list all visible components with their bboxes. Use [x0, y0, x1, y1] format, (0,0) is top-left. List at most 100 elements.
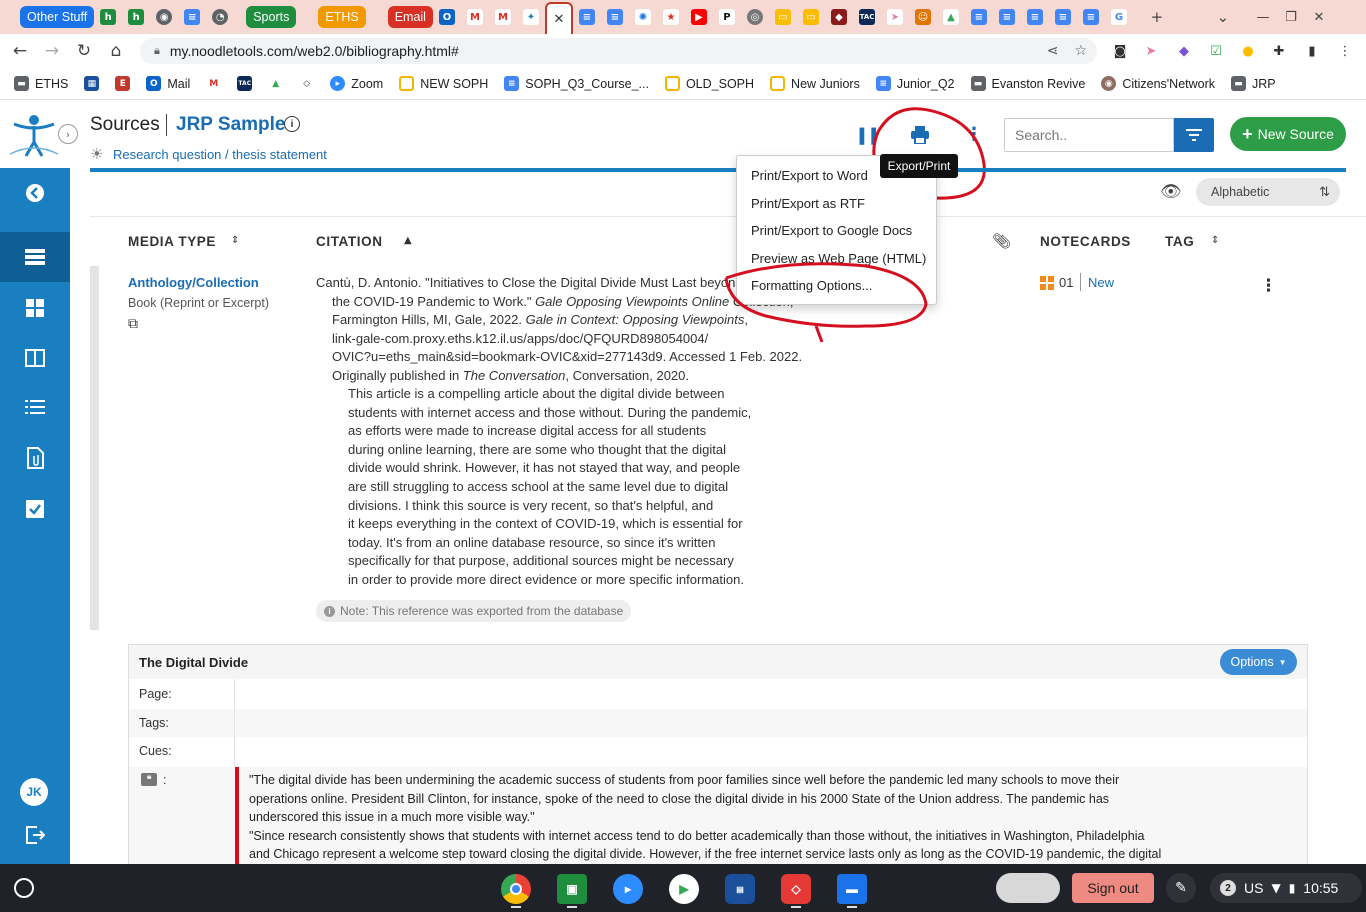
menu-item-export-google-docs[interactable]: Print/Export to Google Docs [751, 223, 912, 238]
play-store-icon[interactable]: ▶ [669, 874, 699, 904]
minimize-icon[interactable]: — [1249, 2, 1277, 32]
sidepanel-icon[interactable]: ▮ [1303, 42, 1321, 60]
tab-active[interactable]: ✕ [544, 2, 573, 34]
address-bar[interactable]: 🔒︎ my.noodletools.com/web2.0/bibliograph… [140, 38, 1097, 64]
epson-icon[interactable]: ▤ [725, 874, 755, 904]
tab-group-other-stuff[interactable]: Other Stuff [20, 6, 95, 28]
bookmark-junior-q2[interactable]: ≡ Junior_Q2 [875, 76, 955, 91]
tab[interactable]: P [713, 2, 741, 32]
notecard-title[interactable]: The Digital Divide [139, 655, 248, 670]
sign-out-icon[interactable] [0, 810, 70, 860]
zoom-icon[interactable]: ▸ [613, 874, 643, 904]
tab[interactable]: ☺ [909, 2, 937, 32]
sidebar-item-sources[interactable] [0, 232, 70, 282]
tab[interactable]: ▭ [797, 2, 825, 32]
tab[interactable]: ◆ [825, 2, 853, 32]
tab[interactable]: ≡ [1021, 2, 1049, 32]
bookmark-calendar[interactable]: ▦ [84, 76, 100, 91]
bookmark-e[interactable]: E [115, 76, 131, 91]
eye-icon[interactable]: 👁︎ [1160, 182, 1182, 202]
forward-icon[interactable]: → [36, 36, 68, 66]
bookmark-shield[interactable]: ◇ [299, 76, 315, 91]
sidebar-back[interactable] [0, 168, 70, 218]
bookmark-soph-q3[interactable]: ≡ SOPH_Q3_Course_... [504, 76, 649, 91]
puzzle-icon[interactable]: ✚ [1270, 42, 1288, 60]
sort-asc-icon[interactable]: ▲ [404, 235, 412, 246]
tab[interactable]: ★ [657, 2, 685, 32]
new-notecard-link[interactable]: New [1088, 275, 1114, 290]
tab[interactable]: h [94, 2, 122, 32]
tab[interactable]: O [433, 2, 461, 32]
sidebar-item-checklist[interactable] [0, 484, 70, 534]
highlighter-icon[interactable]: ● [1239, 42, 1257, 60]
bookmark-old-soph[interactable]: OLD_SOPH [664, 76, 754, 91]
restore-icon[interactable]: ❐ [1277, 2, 1305, 32]
tab[interactable]: h [122, 2, 150, 32]
user-avatar[interactable]: JK [20, 778, 48, 806]
camera-icon[interactable]: ◙ [1111, 42, 1129, 60]
tab[interactable]: ➤ [881, 2, 909, 32]
tab[interactable]: M [461, 2, 489, 32]
share-icon[interactable]: ⋖ [1047, 43, 1059, 59]
tab[interactable]: ◉ [150, 2, 178, 32]
tab[interactable]: G [1105, 2, 1133, 32]
home-icon[interactable]: ⌂ [100, 36, 132, 66]
files-icon[interactable]: ▬ [837, 874, 867, 904]
tab[interactable]: ≡ [178, 2, 206, 32]
research-question-link[interactable]: Research question / thesis statement [113, 147, 327, 162]
sort-icon[interactable]: ⇕ [1211, 235, 1219, 246]
sign-out-button[interactable]: Sign out [1072, 873, 1154, 903]
tab[interactable]: ▶ [685, 2, 713, 32]
tab-group-eths[interactable]: ETHS [318, 6, 366, 28]
tab[interactable]: ▭ [769, 2, 797, 32]
sidebar-item-paper[interactable] [0, 433, 70, 483]
header-media-type[interactable]: MEDIA TYPE [128, 234, 216, 249]
menu-item-export-rtf[interactable]: Print/Export as RTF [751, 196, 865, 211]
media-type-link[interactable]: Anthology/Collection [128, 275, 259, 290]
tab[interactable]: TAC [853, 2, 881, 32]
bookmark-mail[interactable]: O Mail [146, 76, 190, 91]
menu-icon[interactable]: ⋮ [1336, 42, 1354, 60]
header-tag[interactable]: TAG [1165, 234, 1194, 249]
row-menu-icon[interactable]: ⋮ [1260, 276, 1277, 296]
sidebar-item-notecards[interactable] [0, 333, 70, 383]
tab[interactable]: M [489, 2, 517, 32]
launcher-icon[interactable] [14, 878, 34, 898]
close-window-icon[interactable]: ✕ [1305, 2, 1333, 32]
bookmark-drive[interactable]: ▲ [268, 76, 284, 91]
tab[interactable]: ≡ [1077, 2, 1105, 32]
info-icon[interactable]: i [284, 116, 300, 132]
rw-extension-icon[interactable]: ◆ [1175, 42, 1193, 60]
bookmark-star-icon[interactable]: ☆ [1074, 43, 1087, 59]
tab[interactable]: ≡ [601, 2, 629, 32]
tab[interactable]: ≡ [965, 2, 993, 32]
tab[interactable]: ≡ [993, 2, 1021, 32]
header-notecards[interactable]: NOTECARDS [1040, 234, 1131, 249]
bookmark-evanston-revive[interactable]: ▬ Evanston Revive [970, 76, 1085, 91]
filter-button[interactable] [1174, 118, 1214, 152]
bookmark-tac[interactable]: TAC [237, 76, 253, 91]
external-link-icon[interactable]: ⧉ [128, 316, 138, 332]
menu-item-export-word[interactable]: Print/Export to Word [751, 168, 868, 183]
sidebar-item-outline[interactable] [0, 382, 70, 432]
tab-group-sports[interactable]: Sports [246, 6, 297, 28]
sort-icon[interactable]: ⇕ [231, 235, 239, 246]
sidebar-item-dashboard[interactable] [0, 283, 70, 333]
tab-group-email[interactable]: Email [387, 6, 433, 28]
bookmark-citizens-network[interactable]: ◉ Citizens'Network [1101, 76, 1215, 91]
screencast-icon[interactable]: ◇ [781, 874, 811, 904]
tab[interactable]: ◔ [206, 2, 234, 32]
new-tab-button[interactable]: + [1143, 2, 1171, 32]
search-input[interactable]: Search.. [1004, 118, 1174, 152]
header-citation[interactable]: CITATION [316, 234, 383, 249]
screencastify-icon[interactable]: ➤ [1142, 42, 1160, 60]
notecard-count[interactable]: 01 [1059, 275, 1073, 290]
tab-search-icon[interactable]: ⌄ [1209, 2, 1237, 32]
bookmark-jrp[interactable]: ▬ JRP [1231, 76, 1276, 91]
expand-sidebar-button[interactable]: › [58, 124, 78, 144]
bookmark-new-soph[interactable]: NEW SOPH [399, 76, 488, 91]
tab[interactable]: ≡ [1049, 2, 1077, 32]
status-tray[interactable]: 2 US ▼ ▮ 10:55 [1210, 873, 1362, 903]
bookmark-new-juniors[interactable]: New Juniors [770, 76, 860, 91]
tab[interactable]: ◎ [741, 2, 769, 32]
